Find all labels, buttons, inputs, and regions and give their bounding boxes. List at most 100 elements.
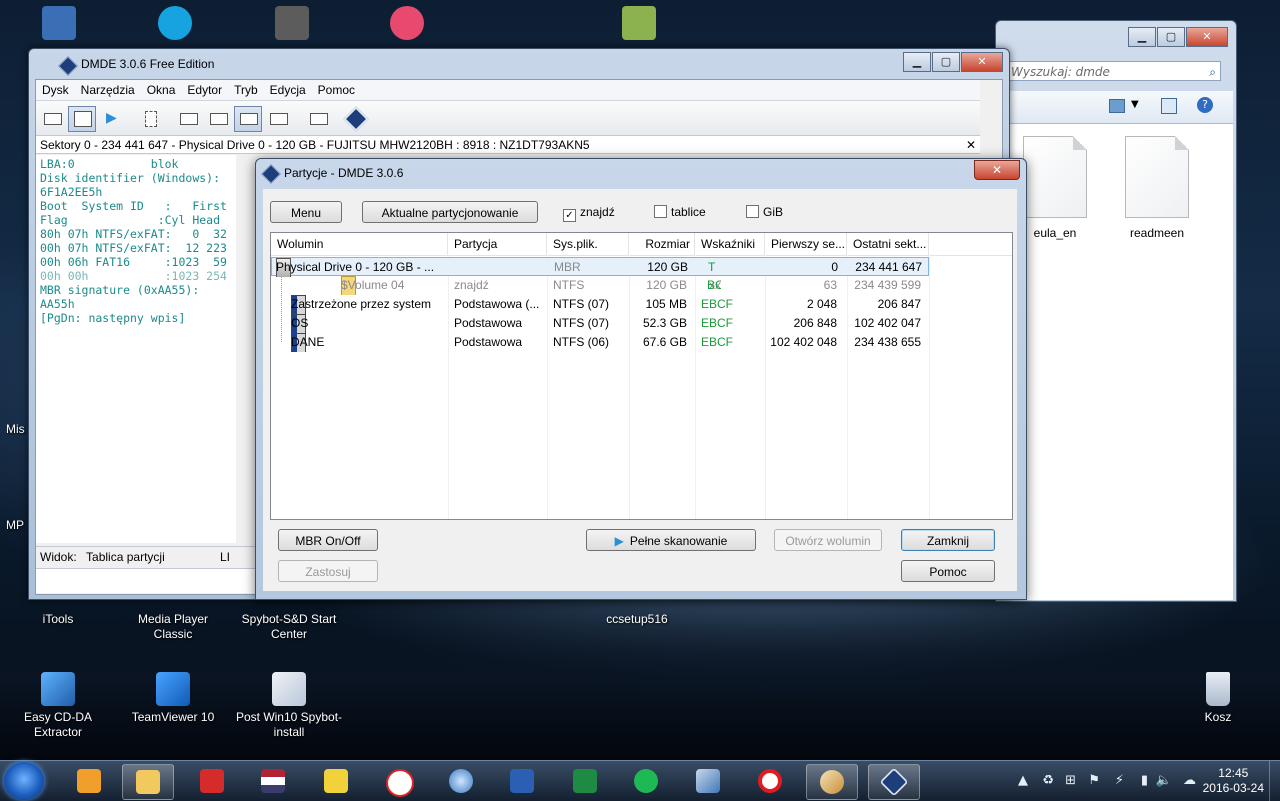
desktop-icon-post-win10[interactable]: Post Win10 Spybot-install bbox=[234, 672, 344, 740]
help-button[interactable]: Pomoc bbox=[901, 560, 995, 582]
current-partitioning-button[interactable]: Aktualne partycjonowanie bbox=[362, 201, 538, 223]
table-row[interactable]: $Volume 04 znajdź NTFS 120 GB BCxx 63 23… bbox=[271, 276, 1012, 295]
taskbar-outlook[interactable] bbox=[64, 764, 114, 798]
new-file-button[interactable] bbox=[136, 106, 164, 132]
start-button[interactable] bbox=[4, 762, 44, 800]
taskbar-tool[interactable] bbox=[683, 764, 733, 798]
column-header-partition[interactable]: Partycja bbox=[448, 233, 547, 255]
taskbar-spotify[interactable] bbox=[621, 764, 671, 798]
drives-button[interactable] bbox=[38, 106, 66, 132]
preview-pane-icon[interactable] bbox=[1161, 98, 1177, 114]
menu-item-edytor[interactable]: Edytor bbox=[181, 80, 228, 100]
column-header-first-sector[interactable]: Pierwszy se... bbox=[765, 233, 847, 255]
table-row[interactable]: DANE Podstawowa NTFS (06) 67.6 GB EBCF 1… bbox=[271, 333, 1012, 352]
column-header-fs[interactable]: Sys.plik. bbox=[547, 233, 629, 255]
explorer-window[interactable]: ▁ ▢ ✕ Wyszukaj: dmde ⌕ ▼ ? eula_en readm… bbox=[995, 20, 1237, 602]
desktop-icon-top-3[interactable] bbox=[275, 6, 309, 40]
desktop-icon-top-1[interactable] bbox=[42, 6, 76, 40]
search-view-button[interactable] bbox=[264, 106, 292, 132]
checkbox-tables-box[interactable] bbox=[654, 205, 667, 218]
close-dialog-button[interactable]: Zamknij bbox=[901, 529, 995, 551]
open-volume-button[interactable]: Otwórz wolumin bbox=[774, 529, 882, 551]
menu-item-pomoc[interactable]: Pomoc bbox=[312, 80, 361, 100]
file-item[interactable]: eula_en bbox=[1015, 136, 1095, 240]
partitions-button[interactable] bbox=[68, 106, 96, 132]
checkbox-tables[interactable]: tablice bbox=[654, 205, 706, 219]
partition-table-view[interactable]: LBA:0 blok Disk identifier (Windows): 6F1A… bbox=[36, 155, 236, 543]
search-icon[interactable]: ⌕ bbox=[1209, 62, 1216, 82]
itunes-icon[interactable] bbox=[390, 6, 424, 40]
close-button[interactable]: ✕ bbox=[974, 160, 1020, 180]
help-icon[interactable]: ? bbox=[1197, 97, 1213, 113]
taskbar-dmde[interactable] bbox=[868, 764, 920, 800]
dmde-logo-button[interactable] bbox=[342, 106, 370, 132]
desktop-icon-recycle-bin[interactable]: Kosz bbox=[1163, 672, 1273, 725]
volume-icon[interactable]: 🔈 bbox=[1156, 773, 1172, 788]
clock[interactable]: 12:45 2016-03-24 bbox=[1203, 766, 1264, 796]
partitions-dialog[interactable]: Partycje - DMDE 3.0.6 ✕ Menu Aktualne pa… bbox=[255, 158, 1027, 600]
menu-item-tryb[interactable]: Tryb bbox=[228, 80, 264, 100]
desktop-icon-teamviewer[interactable]: TeamViewer 10 bbox=[118, 672, 228, 725]
close-icon[interactable]: ✕ bbox=[966, 136, 976, 154]
maximize-button[interactable]: ▢ bbox=[932, 52, 960, 72]
tray-app-icon[interactable]: ♻ bbox=[1042, 773, 1054, 788]
table-view-button[interactable] bbox=[234, 106, 262, 132]
menu-item-dysk[interactable]: Dysk bbox=[36, 80, 75, 100]
taskbar-opera[interactable] bbox=[745, 764, 795, 798]
taskbar-globe[interactable] bbox=[436, 764, 486, 798]
desktop-icon-ccsetup[interactable]: ccsetup516 bbox=[582, 612, 692, 627]
windows-icon[interactable]: ⊞ bbox=[1065, 773, 1076, 788]
minimize-button[interactable]: ▁ bbox=[903, 52, 931, 72]
checkbox-gib-box[interactable] bbox=[746, 205, 759, 218]
column-header-last-sector[interactable]: Ostatni sekt... bbox=[847, 233, 929, 255]
taskbar-memo[interactable] bbox=[373, 764, 423, 798]
menu-item-narzedzia[interactable]: Narzędzia bbox=[75, 80, 141, 100]
tree-view-button[interactable] bbox=[174, 106, 202, 132]
show-desktop-button[interactable] bbox=[1269, 761, 1280, 801]
taskbar-explorer[interactable] bbox=[122, 764, 174, 800]
skype-icon[interactable] bbox=[158, 6, 192, 40]
power-icon[interactable]: ⚡ bbox=[1115, 773, 1124, 788]
taskbar-excel[interactable] bbox=[560, 764, 610, 798]
chevron-down-icon[interactable]: ▼ bbox=[1131, 99, 1139, 110]
maximize-button[interactable]: ▢ bbox=[1157, 27, 1185, 47]
list-view-button[interactable] bbox=[204, 106, 232, 132]
taskbar-totalcmd[interactable] bbox=[311, 764, 361, 798]
column-header-volume[interactable]: Wolumin bbox=[271, 233, 448, 255]
search-input[interactable]: Wyszukaj: dmde ⌕ bbox=[1006, 61, 1221, 81]
copy-button[interactable] bbox=[304, 106, 332, 132]
view-options-icon[interactable] bbox=[1109, 99, 1125, 113]
minimize-button[interactable]: ▁ bbox=[1128, 27, 1156, 47]
checkbox-find-box[interactable]: ✓ bbox=[563, 209, 576, 222]
taskbar-paint[interactable] bbox=[806, 764, 858, 800]
desktop-icon-easy-cd-da[interactable]: Easy CD-DA Extractor bbox=[3, 672, 113, 740]
menu-item-okna[interactable]: Okna bbox=[141, 80, 182, 100]
menu-item-edycja[interactable]: Edycja bbox=[264, 80, 312, 100]
partitions-list[interactable]: Wolumin Partycja Sys.plik. Rozmiar Wskaź… bbox=[270, 232, 1013, 520]
table-row[interactable]: OS Podstawowa NTFS (07) 52.3 GB EBCF 206… bbox=[271, 314, 1012, 333]
winrar-icon[interactable] bbox=[622, 6, 656, 40]
network-icon[interactable]: ▮ bbox=[1141, 773, 1148, 788]
show-hidden-icons-icon[interactable]: ▲ bbox=[1018, 773, 1028, 788]
menu-button[interactable]: Menu bbox=[270, 201, 342, 223]
table-row[interactable]: Physical Drive 0 - 120 GB - ... MBR 120 … bbox=[271, 257, 929, 277]
taskbar-dictionary[interactable] bbox=[248, 764, 298, 798]
checkbox-gib[interactable]: GiB bbox=[746, 205, 783, 219]
close-button[interactable]: ✕ bbox=[961, 52, 1003, 72]
mbr-toggle-button[interactable]: MBR On/Off bbox=[278, 529, 378, 551]
file-item[interactable]: readmeen bbox=[1117, 136, 1197, 240]
play-button[interactable]: ▶ bbox=[98, 106, 126, 132]
checkbox-find[interactable]: ✓ znajdź bbox=[563, 205, 615, 222]
close-button[interactable]: ✕ bbox=[1186, 27, 1228, 47]
column-header-flags[interactable]: Wskaźniki bbox=[695, 233, 765, 255]
apply-button[interactable]: Zastosuj bbox=[278, 560, 378, 582]
table-row[interactable]: Zastrzeżone przez system Podstawowa (...… bbox=[271, 295, 1012, 314]
desktop-icon-media-player-classic[interactable]: Media Player Classic bbox=[118, 612, 228, 642]
cloud-icon[interactable]: ☁ bbox=[1183, 773, 1196, 788]
desktop-icon-spybot[interactable]: Spybot-S&D Start Center bbox=[234, 612, 344, 642]
column-header-size[interactable]: Rozmiar bbox=[629, 233, 695, 255]
taskbar-pdf[interactable] bbox=[187, 764, 237, 798]
desktop-icon-itools[interactable]: iTools bbox=[3, 612, 113, 627]
taskbar-word[interactable] bbox=[497, 764, 547, 798]
flag-icon[interactable]: ⚑ bbox=[1088, 773, 1100, 788]
